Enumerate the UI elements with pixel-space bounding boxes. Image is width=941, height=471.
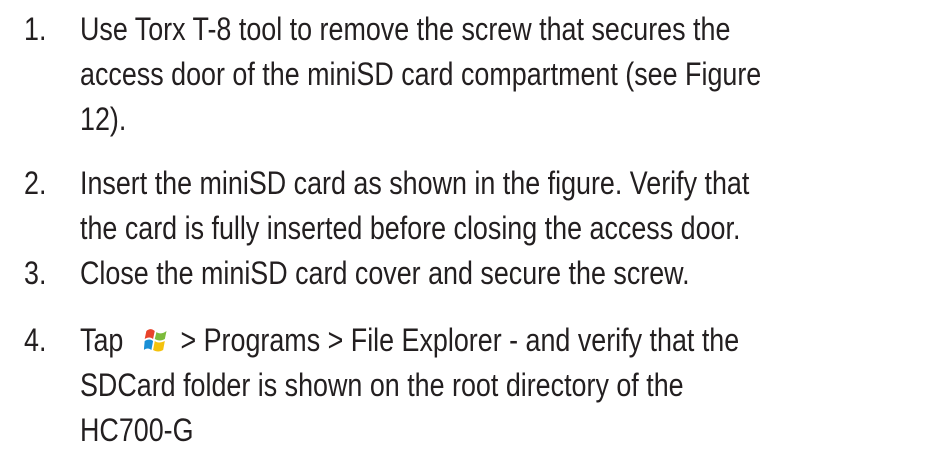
step-text-line: Use Torx T-8 tool to remove the screw th… [80, 11, 731, 47]
instruction-steps: 1. Use Torx T-8 tool to remove the screw… [0, 0, 941, 471]
step-text-line: SDCard folder is shown on the root direc… [80, 367, 684, 403]
step-number: 2. [24, 165, 47, 201]
step-number: 3. [24, 255, 47, 291]
step-text-line: Insert the miniSD card as shown in the f… [80, 165, 750, 201]
step-number: 1. [24, 11, 47, 47]
step-text-line: Tap > Programs > File Explorer - and ver… [80, 317, 739, 363]
tap-label: Tap [80, 322, 124, 358]
step-text-line: HC700-G [80, 412, 194, 448]
step-number: 4. [24, 322, 47, 358]
step-text-line: 12). [80, 101, 127, 137]
menu-path-text: > Programs > File Explorer - and verify … [180, 322, 740, 358]
step-text-line: access door of the miniSD card compartme… [80, 56, 762, 92]
windows-start-icon [143, 322, 168, 352]
step-text-line: the card is fully inserted before closin… [80, 210, 741, 246]
step-text-line: Close the miniSD card cover and secure t… [80, 255, 690, 291]
